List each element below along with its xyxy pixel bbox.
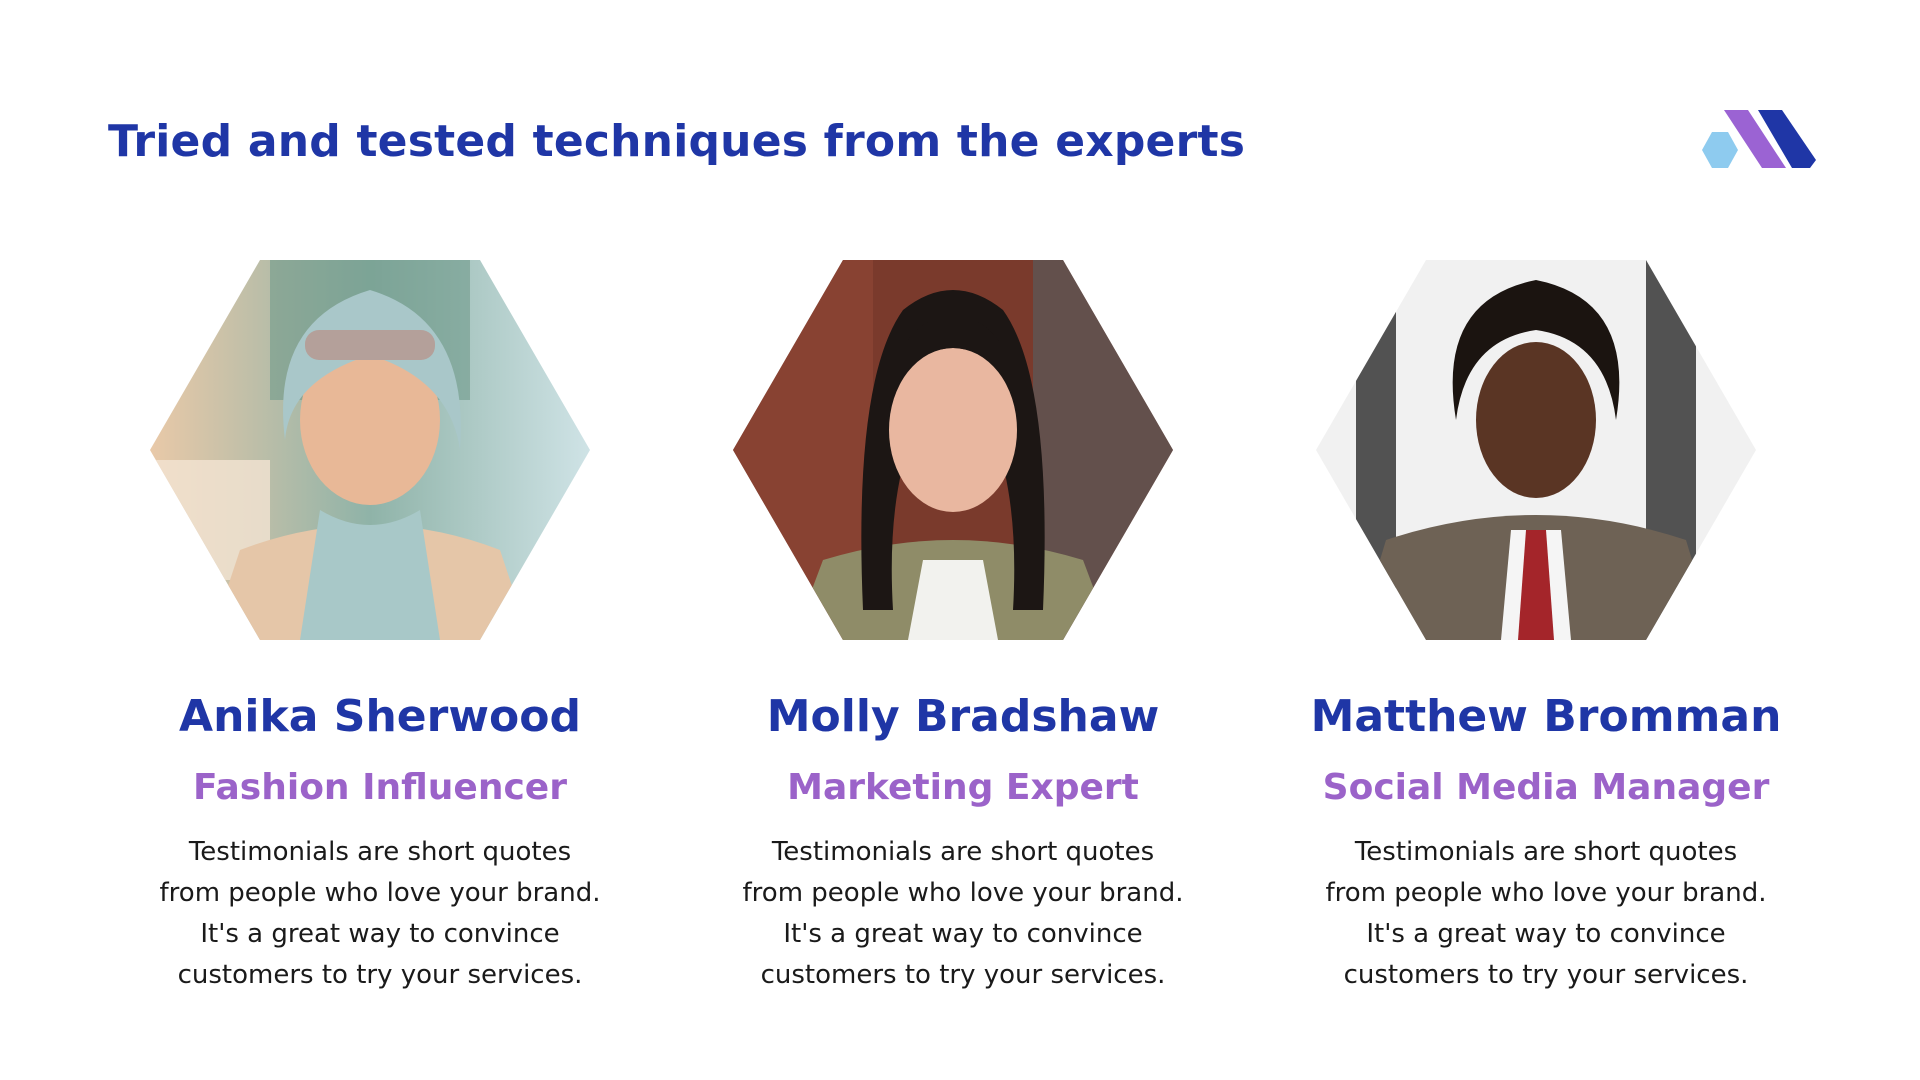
quote-line: customers to try your services. — [760, 960, 1166, 990]
quote-line: from people who love your brand. — [742, 878, 1184, 908]
testimonial-role: Fashion Influencer — [193, 767, 567, 808]
page-title: Tried and tested techniques from the exp… — [108, 116, 1246, 167]
testimonial-role: Marketing Expert — [787, 767, 1139, 808]
quote-line: Testimonials are short quotes — [1354, 837, 1738, 867]
profile-photo-anika — [150, 260, 590, 640]
profile-photo-molly — [733, 260, 1173, 640]
quote-line: customers to try your services. — [177, 960, 583, 990]
testimonial-card-molly: Molly Bradshaw Marketing Expert Testimon… — [683, 260, 1243, 1020]
quote-line: from people who love your brand. — [1325, 878, 1767, 908]
testimonial-quote: Testimonials are short quotes from peopl… — [683, 832, 1243, 996]
testimonial-quote: Testimonials are short quotes from peopl… — [1266, 832, 1826, 996]
testimonial-card-anika: Anika Sherwood Fashion Influencer Testim… — [100, 260, 660, 1020]
quote-line: It's a great way to convince — [1366, 919, 1726, 949]
testimonial-role: Social Media Manager — [1322, 767, 1770, 808]
quote-line: Testimonials are short quotes — [188, 837, 572, 867]
testimonial-card-matthew: Matthew Bromman Social Media Manager Tes… — [1266, 260, 1826, 1020]
testimonial-name: Matthew Bromman — [1310, 691, 1782, 742]
testimonial-name: Anika Sherwood — [179, 691, 581, 742]
quote-line: It's a great way to convince — [200, 919, 560, 949]
profile-photo-matthew — [1316, 260, 1756, 640]
testimonial-quote: Testimonials are short quotes from peopl… — [100, 832, 660, 996]
brand-logo-icon — [1702, 110, 1816, 168]
quote-line: customers to try your services. — [1343, 960, 1749, 990]
testimonial-name: Molly Bradshaw — [766, 691, 1160, 742]
quote-line: from people who love your brand. — [159, 878, 601, 908]
quote-line: It's a great way to convince — [783, 919, 1143, 949]
quote-line: Testimonials are short quotes — [771, 837, 1155, 867]
